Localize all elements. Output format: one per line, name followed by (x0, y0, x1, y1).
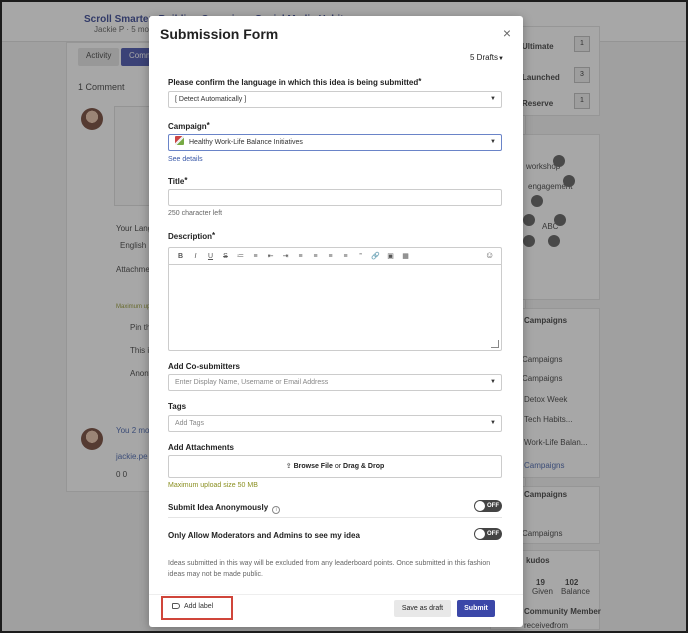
attachments-label: Add Attachments (168, 443, 234, 452)
table-icon[interactable]: ▦ (400, 251, 411, 262)
toggle-knob (475, 501, 485, 511)
resize-handle-icon[interactable] (491, 340, 499, 348)
or-label: or (334, 463, 342, 470)
description-label-text: Description (168, 232, 213, 241)
cosubmitters-placeholder: Enter Display Name, Username or Email Ad… (175, 379, 329, 386)
save-as-draft-button[interactable]: Save as draft (394, 600, 451, 617)
toggle-knob (475, 529, 485, 539)
underline-icon[interactable]: U (205, 251, 216, 262)
title-label-text: Title (168, 177, 185, 186)
add-label-content: Add label (172, 603, 213, 610)
align-right-icon[interactable]: ≡ (325, 251, 336, 262)
title-label: Title* (168, 176, 187, 186)
caret-down-icon: ▼ (490, 379, 496, 385)
align-justify-icon[interactable]: ≡ (340, 251, 351, 262)
tags-placeholder: Add Tags (175, 420, 205, 427)
indent-icon[interactable]: ⇥ (280, 251, 291, 262)
see-details-link[interactable]: See details (168, 156, 203, 163)
anonymous-note: Ideas submitted in this way will be excl… (168, 560, 491, 578)
moderators-row: Only Allow Moderators and Admins to see … (168, 524, 502, 546)
campaign-select[interactable]: Healthy Work-Life Balance Initiatives ▼ (168, 134, 502, 151)
screen-frame: Scroll Smarter: Building Conscious Socia… (0, 0, 688, 633)
editor-toolbar: B I U S ≔ ≡ ⇤ ⇥ ≡ ≡ ≡ ≡ ” 🔗 ▣ ▦ (169, 248, 501, 265)
anonymous-row: Submit Idea Anonymously i OFF (168, 496, 502, 518)
link-icon[interactable]: 🔗 (370, 251, 381, 262)
add-label-text: Add label (184, 603, 214, 610)
upload-size-hint: Maximum upload size 50 MB (168, 482, 258, 489)
title-input[interactable] (168, 189, 502, 206)
required-asterisk: * (418, 77, 422, 86)
modal-title: Submission Form (160, 26, 279, 42)
drafts-dropdown[interactable]: 5 Drafts▼ (470, 53, 504, 62)
add-label-button[interactable]: Add label (161, 596, 233, 620)
footer-divider (149, 594, 523, 595)
label-tag-icon (172, 603, 180, 609)
submission-form-modal: Submission Form × 5 Drafts▼ Please confi… (149, 16, 523, 627)
caret-down-icon: ▼ (490, 420, 496, 426)
cosubmitters-select[interactable]: Enter Display Name, Username or Email Ad… (168, 374, 502, 391)
drafts-label: 5 Drafts (470, 53, 499, 62)
language-select[interactable]: [ Detect Automatically ] ▼ (168, 91, 502, 108)
image-icon[interactable]: ▣ (385, 251, 396, 262)
caret-down-icon: ▼ (490, 96, 496, 102)
campaign-label-text: Campaign (168, 122, 207, 131)
campaign-value: Healthy Work-Life Balance Initiatives (189, 139, 303, 146)
required-asterisk: * (212, 231, 216, 240)
cosubmitters-label: Add Co-submitters (168, 362, 240, 371)
language-label: Please confirm the language in which thi… (168, 77, 421, 87)
align-center-icon[interactable]: ≡ (310, 251, 321, 262)
close-icon[interactable]: × (501, 26, 513, 40)
moderators-label: Only Allow Moderators and Admins to see … (168, 531, 360, 540)
browse-file-label: Browse File (293, 463, 333, 470)
drag-drop-label: Drag & Drop (343, 463, 385, 470)
outdent-icon[interactable]: ⇤ (265, 251, 276, 262)
file-drop-zone[interactable]: ⇪ Browse File or Drag & Drop (168, 455, 502, 478)
quote-icon[interactable]: ” (355, 251, 366, 262)
language-value: [ Detect Automatically ] (175, 96, 247, 103)
tags-select[interactable]: Add Tags ▼ (168, 415, 502, 432)
anonymous-label: Submit Idea Anonymously i (168, 503, 281, 514)
info-icon[interactable]: i (272, 506, 281, 514)
tags-label: Tags (168, 402, 187, 411)
emoji-icon[interactable]: ☺ (485, 250, 496, 261)
moderators-toggle[interactable]: OFF (474, 528, 502, 540)
numbered-list-icon[interactable]: ≡ (250, 251, 261, 262)
anonymous-toggle[interactable]: OFF (474, 500, 502, 512)
submit-button[interactable]: Submit (457, 600, 495, 617)
title-char-count: 250 character left (168, 210, 223, 217)
strikethrough-icon[interactable]: S (220, 251, 231, 262)
required-asterisk: * (184, 176, 188, 185)
italic-icon[interactable]: I (190, 251, 201, 262)
bold-icon[interactable]: B (175, 251, 186, 262)
description-editor[interactable]: B I U S ≔ ≡ ⇤ ⇥ ≡ ≡ ≡ ≡ ” 🔗 ▣ ▦ ☺ (168, 247, 502, 351)
language-label-text: Please confirm the language in which thi… (168, 78, 419, 87)
bullet-list-icon[interactable]: ≔ (235, 251, 246, 262)
anonymous-label-text: Submit Idea Anonymously (168, 503, 269, 512)
required-asterisk: * (206, 121, 210, 130)
caret-down-icon: ▼ (498, 56, 504, 62)
caret-down-icon: ▼ (490, 139, 496, 145)
upload-icon: ⇪ (285, 463, 292, 470)
campaign-thumbnail-icon (175, 136, 184, 145)
description-label: Description* (168, 231, 215, 241)
toggle-state: OFF (487, 531, 499, 537)
toggle-state: OFF (487, 503, 499, 509)
align-left-icon[interactable]: ≡ (295, 251, 306, 262)
campaign-label: Campaign* (168, 121, 210, 131)
